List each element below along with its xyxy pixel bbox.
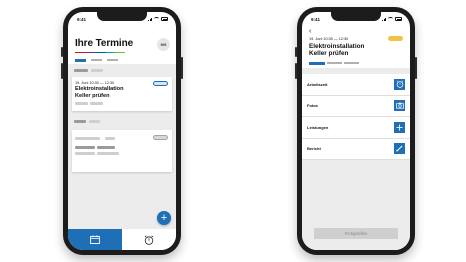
signal-icon: [382, 17, 386, 21]
tab-3[interactable]: [107, 59, 118, 62]
row-bericht[interactable]: Bericht: [302, 138, 410, 160]
tab-2[interactable]: [327, 62, 342, 65]
tab-1[interactable]: [309, 62, 325, 65]
page-title: Ihre Termine: [75, 38, 134, 49]
action-list: Arbeitszeit Fotos Leistungen Bericht: [302, 74, 410, 160]
status-badge: [388, 36, 403, 41]
appointment-card[interactable]: 19. Juni 10:30 — 12:30 Elektroinstallati…: [72, 77, 172, 111]
wifi-icon: [388, 17, 393, 21]
nav-timer[interactable]: [122, 229, 176, 250]
card-meta: [105, 137, 115, 140]
wifi-icon: [154, 17, 159, 21]
card-date: 19. Juni 10:30 — 12:30: [75, 81, 115, 85]
pen-icon[interactable]: [394, 143, 405, 155]
filter-tabs: [75, 59, 118, 62]
card-meta: [97, 152, 119, 155]
appointment-title: Elektroinstallation Keller prüfen: [309, 43, 365, 58]
detail-screen: 9:41 ‹ 19. Juni 10:30 — 12:30 Elektroins…: [302, 12, 410, 250]
card-meta: [75, 137, 100, 140]
tab-1[interactable]: [75, 59, 86, 62]
row-label: Bericht: [307, 146, 321, 152]
appointment-list: 19. Juni 10:30 — 12:30 Elektroinstallati…: [68, 64, 176, 229]
list-screen: 9:41 Ihre Termine MM 19. Juni 10:30 — 12…: [68, 12, 176, 250]
card-meta: [75, 152, 95, 155]
tab-2[interactable]: [91, 59, 102, 62]
appointment-card[interactable]: [72, 130, 172, 172]
battery-icon: [161, 17, 168, 21]
finish-button[interactable]: Fertigstellen: [314, 228, 398, 239]
card-meta: [75, 146, 95, 149]
card-meta: [90, 102, 103, 105]
notch: [331, 12, 381, 21]
card-meta: [97, 146, 115, 149]
calendar-icon: [90, 235, 100, 244]
row-label: Leistungen: [307, 124, 329, 130]
signal-icon: [148, 17, 152, 21]
group-header: [74, 69, 88, 72]
notch: [97, 12, 147, 21]
stopwatch-icon: [144, 234, 154, 245]
phone-detail: 9:41 ‹ 19. Juni 10:30 — 12:30 Elektroins…: [295, 7, 417, 255]
add-appointment-button[interactable]: +: [157, 211, 171, 225]
row-leistungen[interactable]: Leistungen: [302, 117, 410, 139]
row-label: Arbeitszeit: [307, 81, 328, 87]
status-badge: [153, 135, 168, 140]
status-time: 9:41: [77, 16, 87, 22]
card-title: Elektroinstallation Keller prüfen: [75, 86, 124, 99]
phone-list: 9:41 Ihre Termine MM 19. Juni 10:30 — 12…: [61, 7, 183, 255]
bottom-nav: [68, 229, 176, 250]
card-meta: [75, 102, 88, 105]
camera-icon[interactable]: [394, 100, 405, 112]
plus-icon[interactable]: [394, 121, 405, 133]
appointment-date: 19. Juni 10:30 — 12:30: [309, 37, 349, 41]
back-chevron-icon[interactable]: ‹: [309, 28, 311, 35]
tab-3[interactable]: [344, 62, 359, 65]
row-arbeitszeit[interactable]: Arbeitszeit: [302, 74, 410, 96]
detail-tabs: [309, 62, 359, 65]
group-header: [74, 120, 86, 123]
row-fotos[interactable]: Fotos: [302, 95, 410, 117]
avatar[interactable]: MM: [157, 38, 170, 51]
row-label: Fotos: [307, 103, 318, 109]
status-time: 9:41: [311, 16, 321, 22]
brand-stripe: [75, 52, 125, 54]
group-header: [91, 69, 103, 72]
nav-calendar[interactable]: [68, 229, 122, 250]
battery-icon: [395, 17, 402, 21]
status-badge: [153, 81, 168, 86]
group-header: [89, 120, 100, 123]
stopwatch-icon[interactable]: [394, 78, 405, 90]
